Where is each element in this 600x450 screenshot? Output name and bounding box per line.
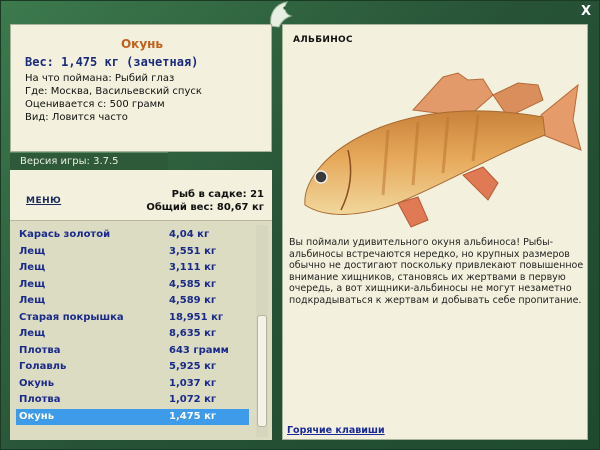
version-bar: Версия игры: 3.7.5 [10, 152, 168, 170]
catch-fish-weight: 1,072 кг [169, 394, 217, 405]
catch-fish-weight: 5,925 кг [169, 361, 217, 372]
catch-fish-name: Карась золотой [19, 229, 111, 240]
place-info: Где: Москва, Васильевский спуск [25, 86, 202, 97]
catch-fish-name: Плотва [19, 344, 61, 356]
catch-list-row[interactable]: Плотва 643 грамм [16, 343, 249, 359]
catch-fish-weight: 3,111 кг [169, 262, 217, 273]
fish-detail-panel: АЛЬБИНОС Вы поймали удивительного окуня … [282, 24, 588, 440]
catch-list-row[interactable]: Лещ 3,111 кг [16, 260, 249, 276]
catch-fish-name: Лещ [19, 278, 46, 290]
catch-fish-weight: 18,951 кг [169, 311, 224, 323]
catch-list-row[interactable]: Окунь 1,475 кг [16, 408, 249, 425]
kind-info: Вид: Ловится часто [25, 112, 128, 123]
fish-variant-label: АЛЬБИНОС [293, 35, 353, 45]
scrollbar-thumb[interactable] [257, 315, 267, 427]
catch-list-row[interactable]: Плотва 1,072 кг [16, 392, 249, 408]
fish-weight: Вес: 1,475 кг (зачетная) [25, 55, 199, 69]
value-info: Оценивается с: 500 грамм [25, 99, 165, 110]
fish-description: Вы поймали удивительного окуня альбиноса… [289, 237, 584, 306]
menu-button[interactable]: МЕНЮ [26, 196, 61, 206]
catch-stats: Рыб в садке: 21 Общий вес: 80,67 кг [146, 188, 264, 214]
bait-info: На что поймана: Рыбий глаз [25, 73, 175, 84]
catch-fish-name: Лещ [19, 262, 46, 273]
catch-list-row[interactable]: Лещ 3,551 кг [16, 244, 249, 260]
catch-list-row[interactable]: Окунь 1,037 кг [16, 376, 249, 392]
catch-fish-name: Лещ [19, 328, 46, 339]
close-button[interactable]: X [578, 4, 594, 20]
catch-fish-name: Плотва [19, 394, 61, 405]
catch-fish-weight: 4,589 кг [169, 295, 217, 306]
catch-list-row[interactable]: Карась золотой 4,04 кг [16, 227, 249, 243]
catch-fish-weight: 1,037 кг [169, 377, 217, 389]
catch-fish-weight: 643 грамм [169, 344, 229, 356]
catch-list-row[interactable]: Лещ 4,589 кг [16, 293, 249, 309]
catch-fish-name: Лещ [19, 245, 46, 257]
catch-fish-name: Лещ [19, 295, 46, 306]
catch-fish-weight: 8,635 кг [169, 328, 217, 339]
catch-list-row[interactable]: Старая покрышка 18,951 кг [16, 310, 249, 326]
catch-fish-weight: 4,585 кг [169, 278, 217, 290]
fish-info-panel: Окунь Вес: 1,475 кг (зачетная) На что по… [10, 24, 272, 152]
catch-list-row[interactable]: Голавль 5,925 кг [16, 359, 249, 375]
catch-fish-weight: 4,04 кг [169, 229, 210, 240]
catch-list-scrollbar[interactable] [256, 225, 268, 437]
total-weight: Общий вес: 80,67 кг [146, 202, 264, 213]
catch-fish-name: Окунь [19, 410, 55, 422]
catch-fish-name: Голавль [19, 361, 67, 372]
fish-title: Окунь [120, 37, 164, 51]
catch-list: Карась золотой 4,04 кг Лещ 3,551 кг Лещ 3,111… [10, 220, 272, 440]
catch-fish-weight: 3,551 кг [169, 245, 217, 257]
catch-fish-name: Окунь [19, 377, 55, 389]
catch-fish-weight: 1,475 кг [169, 410, 217, 422]
fish-count: Рыб в садке: 21 [171, 189, 264, 200]
catch-list-row[interactable]: Лещ 4,585 кг [16, 277, 249, 293]
catch-summary-area: МЕНЮ Рыб в садке: 21 Общий вес: 80,67 кг [10, 170, 272, 220]
catch-list-row[interactable]: Лещ 8,635 кг [16, 326, 249, 342]
catch-fish-name: Старая покрышка [19, 311, 124, 323]
perch-albino-image [304, 72, 582, 228]
hotkeys-link[interactable]: Горячие клавиши [287, 425, 385, 436]
